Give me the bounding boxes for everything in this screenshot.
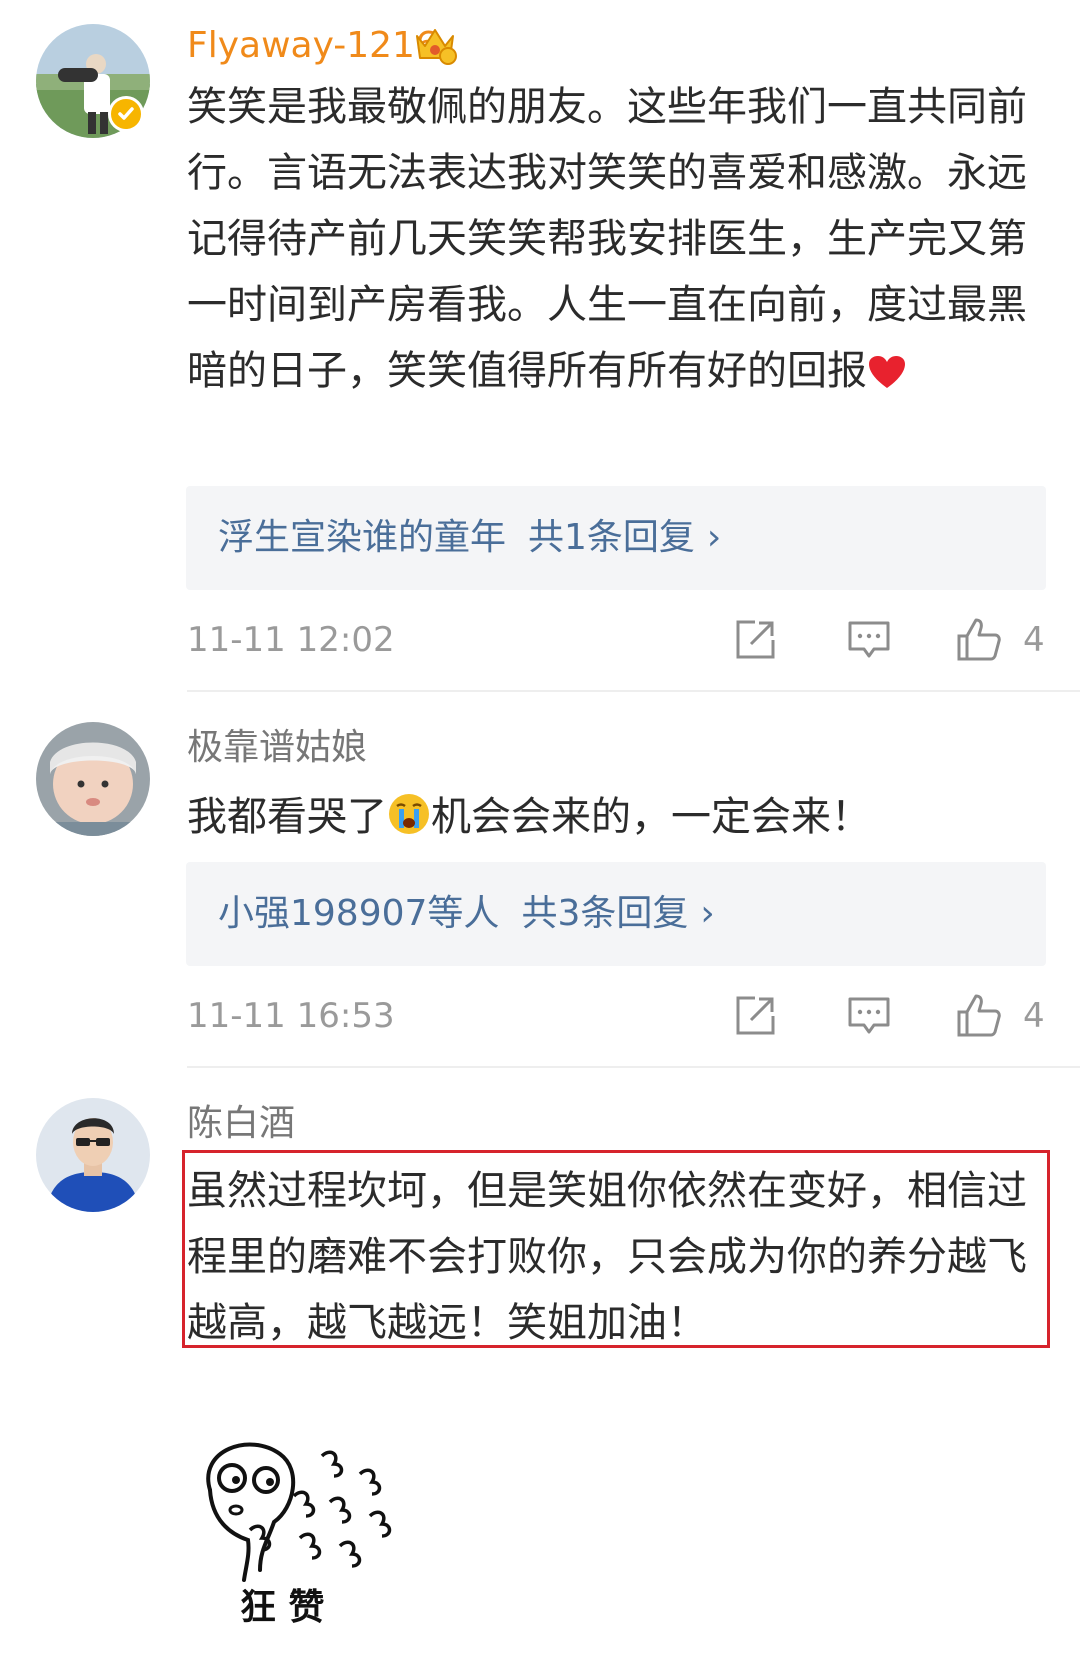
username[interactable]: Flyaway-1216 xyxy=(187,24,438,68)
crown-level-icon xyxy=(412,22,458,68)
comment-meta: 11-11 12:02 4 xyxy=(187,610,1047,670)
comment-text: 笑笑是我最敬佩的朋友。这些年我们一直共同前行。言语无法表达我对笑笑的喜爱和感激。… xyxy=(187,74,1047,410)
divider xyxy=(187,690,1080,692)
like-icon[interactable] xyxy=(955,992,1003,1040)
chevron-right-icon: › xyxy=(706,517,722,558)
username[interactable]: 极靠谱姑娘 xyxy=(187,726,367,770)
share-icon[interactable] xyxy=(731,616,779,664)
reply-preview-box[interactable]: 浮生宣染谁的童年 共1条回复 › xyxy=(186,486,1046,590)
crying-face-emoji xyxy=(387,790,431,856)
comment-text: 我都看哭了 机会会来的，一定会来！ xyxy=(187,784,1047,856)
like-count: 4 xyxy=(1023,620,1045,660)
comment-icon[interactable] xyxy=(845,616,893,664)
share-icon[interactable] xyxy=(731,992,779,1040)
sticker-caption: 狂 赞 xyxy=(240,1587,325,1628)
divider xyxy=(187,1066,1080,1068)
reply-preview-box[interactable]: 小强198907等人 共3条回复 › xyxy=(186,862,1046,966)
sticker-image: 狂 赞 xyxy=(190,1430,450,1630)
avatar[interactable] xyxy=(36,1098,150,1212)
like-count: 4 xyxy=(1023,996,1045,1036)
like-icon[interactable] xyxy=(955,616,1003,664)
timestamp: 11-11 16:53 xyxy=(187,996,395,1036)
highlight-box xyxy=(182,1150,1050,1348)
comment-icon[interactable] xyxy=(845,992,893,1040)
chevron-right-icon: › xyxy=(700,893,715,934)
comment-meta: 11-11 16:53 4 xyxy=(187,986,1047,1046)
reply-link[interactable]: 浮生宣染谁的童年 共1条回复 › xyxy=(218,514,721,562)
reply-link[interactable]: 小强198907等人 共3条回复 › xyxy=(218,890,715,938)
avatar[interactable] xyxy=(36,722,150,836)
heart-emoji xyxy=(867,344,907,410)
verified-badge-icon xyxy=(108,96,144,132)
timestamp: 11-11 12:02 xyxy=(187,620,395,660)
username[interactable]: 陈白酒 xyxy=(187,1102,295,1146)
